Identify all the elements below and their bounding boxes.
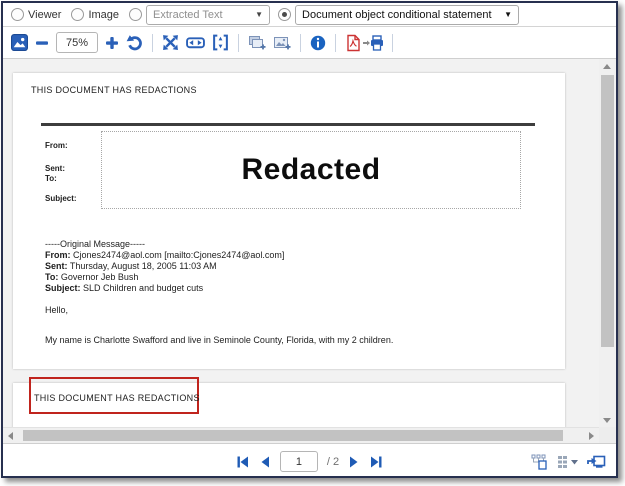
previous-page-button[interactable] bbox=[259, 455, 271, 469]
separator bbox=[300, 33, 301, 52]
conditional-dropdown-value: Document object conditional statement bbox=[302, 8, 492, 21]
horizontal-scrollbar-thumb[interactable] bbox=[23, 430, 563, 441]
scroll-left-icon[interactable] bbox=[8, 432, 13, 440]
document-viewer-window: Viewer Image Extracted Text ▼ Document o… bbox=[1, 1, 618, 478]
document-info-button[interactable] bbox=[310, 35, 326, 51]
chevron-down-icon: ▼ bbox=[504, 10, 513, 19]
pagination-right-tools bbox=[531, 444, 606, 476]
email-body-text: My name is Charlotte Swafford and live i… bbox=[45, 335, 394, 345]
pdf-to-printer-icon bbox=[347, 34, 383, 51]
separator bbox=[392, 33, 393, 52]
image-viewer-mode-button[interactable] bbox=[11, 34, 28, 51]
pop-out-viewer-button[interactable] bbox=[587, 454, 606, 470]
separator bbox=[335, 33, 336, 52]
zoom-level-input[interactable] bbox=[56, 32, 98, 53]
sent-label: Sent: bbox=[45, 164, 65, 173]
chevron-down-icon bbox=[571, 459, 578, 464]
email-to-line: To: Governor Jeb Bush bbox=[45, 272, 139, 282]
from-label: From: bbox=[45, 141, 68, 150]
copy-page-add-icon bbox=[249, 35, 266, 49]
document-page-1: THIS DOCUMENT HAS REDACTIONS From: Sent:… bbox=[13, 73, 565, 369]
last-page-button[interactable] bbox=[369, 455, 383, 469]
fit-page-button[interactable] bbox=[212, 34, 229, 51]
last-page-icon bbox=[371, 456, 382, 467]
rotate-left-icon bbox=[126, 35, 142, 51]
chevron-down-icon: ▼ bbox=[255, 10, 264, 19]
fit-width-icon bbox=[186, 37, 205, 49]
zoom-in-button[interactable] bbox=[105, 36, 119, 50]
copy-page-button[interactable] bbox=[248, 35, 266, 51]
redaction-notice-page2: THIS DOCUMENT HAS REDACTIONS bbox=[34, 393, 200, 403]
first-page-icon bbox=[237, 456, 248, 467]
redacted-label: Redacted bbox=[241, 153, 381, 186]
next-page-icon bbox=[350, 456, 358, 467]
subject-label: Subject: bbox=[45, 194, 77, 203]
extracted-text-dropdown[interactable]: Extracted Text ▼ bbox=[146, 4, 271, 25]
save-pdf-print-button[interactable] bbox=[345, 34, 383, 52]
grid-options-button[interactable] bbox=[557, 455, 579, 469]
copy-image-add-icon bbox=[274, 36, 291, 49]
email-from-line: From: Cjones2474@aol.com [mailto:Cjones2… bbox=[45, 250, 285, 260]
viewer-mode-bar: Viewer Image Extracted Text ▼ Document o… bbox=[3, 3, 616, 27]
viewer-radio[interactable] bbox=[11, 8, 24, 21]
email-greeting: Hello, bbox=[45, 305, 69, 315]
actual-size-icon bbox=[163, 35, 178, 50]
vertical-scrollbar[interactable] bbox=[599, 59, 616, 427]
pagination-bar: / 2 bbox=[3, 443, 616, 476]
to-label: To: bbox=[45, 174, 57, 183]
previous-page-icon bbox=[261, 456, 269, 467]
image-radio[interactable] bbox=[71, 8, 85, 21]
fit-width-button[interactable] bbox=[186, 34, 205, 51]
extracted-text-radio[interactable] bbox=[129, 8, 143, 21]
separator bbox=[152, 33, 153, 52]
conditional-dropdown[interactable]: Document object conditional statement ▼ bbox=[295, 4, 520, 25]
info-icon bbox=[310, 35, 326, 50]
related-documents-button[interactable] bbox=[531, 454, 549, 470]
plus-icon bbox=[106, 36, 118, 49]
next-page-button[interactable] bbox=[348, 455, 360, 469]
total-pages-label: / 2 bbox=[326, 455, 340, 468]
zoom-out-button[interactable] bbox=[35, 36, 49, 50]
copy-image-button[interactable] bbox=[273, 35, 291, 51]
viewer-radio-label: Viewer bbox=[28, 8, 62, 21]
conditional-radio[interactable] bbox=[278, 8, 292, 21]
rotate-button[interactable] bbox=[126, 34, 143, 51]
document-viewer-pane: THIS DOCUMENT HAS REDACTIONS From: Sent:… bbox=[3, 59, 616, 443]
related-documents-icon bbox=[531, 454, 547, 470]
scroll-down-icon[interactable] bbox=[603, 418, 611, 423]
grid-options-icon bbox=[558, 455, 578, 468]
first-page-button[interactable] bbox=[236, 455, 250, 469]
actual-size-button[interactable] bbox=[162, 34, 179, 51]
email-sent-line: Sent: Thursday, August 18, 2005 11:03 AM bbox=[45, 261, 217, 271]
original-message-separator: -----Original Message----- bbox=[45, 239, 146, 249]
extracted-text-dropdown-value: Extracted Text bbox=[153, 8, 223, 21]
document-page-2: THIS DOCUMENT HAS REDACTIONS bbox=[13, 377, 565, 427]
separator bbox=[238, 33, 239, 52]
scroll-up-icon[interactable] bbox=[603, 64, 611, 69]
document-canvas[interactable]: THIS DOCUMENT HAS REDACTIONS From: Sent:… bbox=[3, 59, 599, 427]
pop-out-viewer-icon bbox=[587, 455, 606, 468]
image-radio-label: Image bbox=[88, 8, 120, 21]
horizontal-rule bbox=[41, 123, 535, 126]
scrollbar-corner bbox=[599, 427, 616, 443]
vertical-scrollbar-thumb[interactable] bbox=[601, 75, 614, 347]
minus-icon bbox=[36, 40, 48, 45]
viewer-toolbar bbox=[3, 27, 616, 59]
email-subject-line: Subject: SLD Children and budget cuts bbox=[45, 283, 204, 293]
image-viewer-icon bbox=[11, 34, 28, 51]
redacted-region: Redacted bbox=[101, 131, 521, 209]
fit-page-icon bbox=[213, 34, 228, 51]
scroll-right-icon[interactable] bbox=[589, 432, 594, 440]
page-number-input[interactable] bbox=[279, 451, 318, 472]
redaction-notice: THIS DOCUMENT HAS REDACTIONS bbox=[31, 85, 197, 95]
horizontal-scrollbar[interactable] bbox=[3, 427, 599, 443]
email-body: -----Original Message----- From: Cjones2… bbox=[45, 239, 393, 346]
